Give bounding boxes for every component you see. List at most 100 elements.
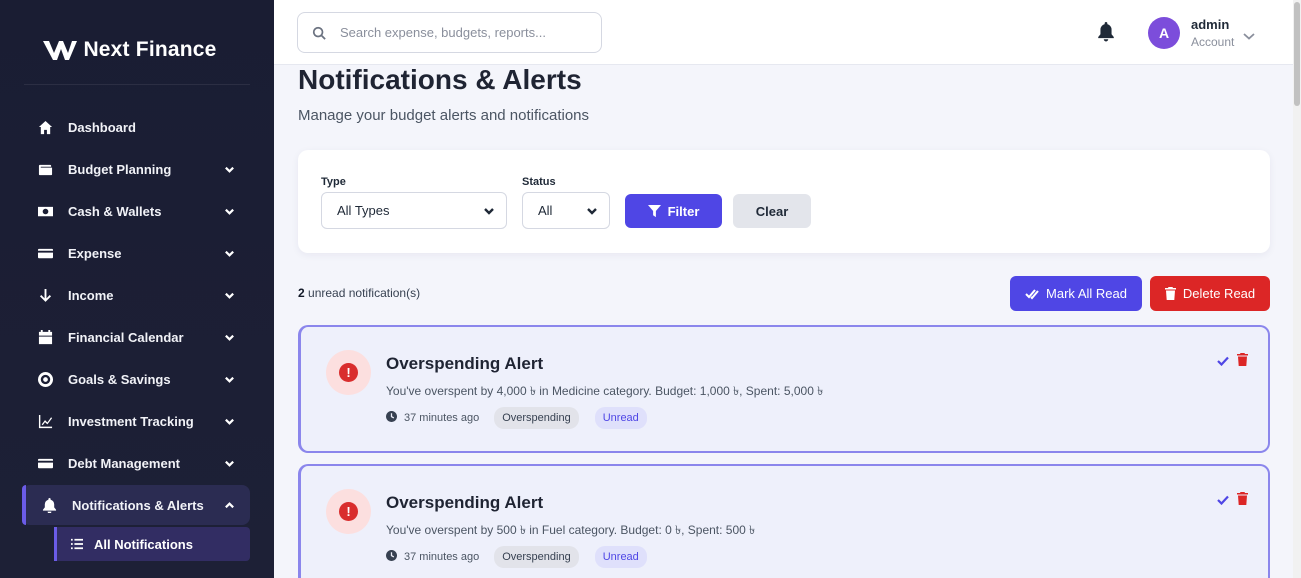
status-badge: Unread bbox=[594, 407, 647, 429]
filter-card: Type All Types Status All Filter Clear bbox=[298, 150, 1270, 253]
sidebar-item-label: Investment Tracking bbox=[68, 413, 194, 429]
delete-read-button[interactable]: Delete Read bbox=[1150, 276, 1270, 311]
clear-button[interactable]: Clear bbox=[733, 194, 811, 228]
chevron-down-icon[interactable] bbox=[1243, 28, 1255, 40]
sidebar-item-expense[interactable]: Expense bbox=[22, 232, 250, 274]
list-icon bbox=[70, 535, 84, 553]
chevron-down-icon bbox=[587, 207, 597, 215]
sidebar-item-dashboard[interactable]: Dashboard bbox=[22, 106, 250, 148]
status-label: Status bbox=[522, 176, 556, 188]
sidebar-item-label: Expense bbox=[68, 245, 122, 261]
double-check-icon bbox=[1025, 288, 1039, 299]
divider bbox=[24, 84, 250, 85]
sidebar-item-notifications-alerts[interactable]: Notifications & Alerts bbox=[22, 485, 250, 525]
brand-name: Next Finance bbox=[83, 38, 217, 61]
page-scrollbar[interactable] bbox=[1293, 0, 1301, 578]
chevron-up-icon bbox=[222, 498, 236, 512]
home-icon bbox=[36, 118, 54, 136]
sidebar-item-goals-savings[interactable]: Goals & Savings bbox=[22, 358, 250, 400]
notification-time: 37 minutes ago bbox=[404, 412, 480, 424]
chevron-down-icon bbox=[222, 456, 236, 470]
sidebar-item-debt-management[interactable]: Debt Management bbox=[22, 442, 250, 484]
avatar[interactable]: A bbox=[1148, 17, 1180, 49]
bell-icon bbox=[40, 496, 58, 514]
notification-title: Overspending Alert bbox=[386, 354, 544, 373]
sidebar-item-label: Dashboard bbox=[68, 119, 136, 135]
brand[interactable]: Next Finance bbox=[0, 0, 274, 100]
clock-icon bbox=[386, 411, 398, 425]
sidebar-nav: Dashboard Budget Planning Cash & Wallets… bbox=[22, 106, 250, 525]
top-header: A admin Account bbox=[274, 0, 1293, 65]
unread-summary: 2 unread notification(s) bbox=[298, 286, 420, 300]
notification-message: You've overspent by 4,000 ৳ in Medicine … bbox=[386, 384, 824, 398]
filter-button-label: Filter bbox=[667, 203, 700, 219]
notification-actions bbox=[1217, 492, 1248, 510]
target-icon bbox=[36, 370, 54, 388]
sidebar: Next Finance Dashboard Budget Planning C… bbox=[0, 0, 274, 578]
notification-title: Overspending Alert bbox=[386, 493, 544, 512]
sidebar-item-label: Notifications & Alerts bbox=[72, 497, 204, 513]
credit-card-icon bbox=[36, 454, 54, 472]
mark-read-check-icon[interactable] bbox=[1217, 353, 1229, 371]
delete-trash-icon[interactable] bbox=[1237, 353, 1248, 371]
trash-icon bbox=[1164, 287, 1176, 300]
wallet-icon bbox=[36, 160, 54, 178]
alert-icon: ! bbox=[326, 350, 371, 395]
arrow-down-icon bbox=[36, 286, 54, 304]
chevron-down-icon bbox=[222, 330, 236, 344]
notification-meta: 37 minutes ago Overspending Unread bbox=[386, 546, 647, 568]
sidebar-item-financial-calendar[interactable]: Financial Calendar bbox=[22, 316, 250, 358]
alert-icon: ! bbox=[326, 489, 371, 534]
chevron-down-icon bbox=[222, 162, 236, 176]
sidebar-item-cash-wallets[interactable]: Cash & Wallets bbox=[22, 190, 250, 232]
sidebar-item-budget-planning[interactable]: Budget Planning bbox=[22, 148, 250, 190]
notification-message: You've overspent by 500 ৳ in Fuel catego… bbox=[386, 523, 756, 537]
notification-actions bbox=[1217, 353, 1248, 371]
sidebar-item-label: Cash & Wallets bbox=[68, 203, 162, 219]
sidebar-subitem-all-notifications[interactable]: All Notifications bbox=[54, 527, 250, 561]
category-badge: Overspending bbox=[494, 407, 579, 429]
sidebar-item-income[interactable]: Income bbox=[22, 274, 250, 316]
type-label: Type bbox=[321, 176, 346, 188]
sidebar-item-label: Goals & Savings bbox=[68, 371, 171, 387]
scrollbar-thumb[interactable] bbox=[1294, 2, 1300, 106]
sidebar-item-investment-tracking[interactable]: Investment Tracking bbox=[22, 400, 250, 442]
search-input[interactable] bbox=[340, 25, 570, 40]
type-select[interactable]: All Types bbox=[321, 192, 507, 229]
chart-line-icon bbox=[36, 412, 54, 430]
chevron-down-icon bbox=[222, 414, 236, 428]
status-badge: Unread bbox=[594, 546, 647, 568]
page-subtitle: Manage your budget alerts and notificati… bbox=[298, 107, 590, 124]
search-box[interactable] bbox=[297, 12, 602, 53]
notification-card[interactable]: ! Overspending Alert You've overspent by… bbox=[298, 464, 1270, 578]
notification-time: 37 minutes ago bbox=[404, 551, 480, 563]
mark-all-read-button[interactable]: Mark All Read bbox=[1010, 276, 1142, 311]
chevron-down-icon bbox=[222, 204, 236, 218]
notification-card[interactable]: ! Overspending Alert You've overspent by… bbox=[298, 325, 1270, 453]
credit-card-icon bbox=[36, 244, 54, 262]
page-title: Notifications & Alerts bbox=[298, 64, 582, 95]
user-name[interactable]: admin bbox=[1191, 17, 1229, 32]
clock-icon bbox=[386, 550, 398, 564]
user-role: Account bbox=[1191, 35, 1235, 49]
filter-button[interactable]: Filter bbox=[625, 194, 722, 228]
status-select-value: All bbox=[538, 203, 553, 218]
unread-text: unread notification(s) bbox=[304, 286, 421, 300]
mark-read-check-icon[interactable] bbox=[1217, 492, 1229, 510]
calendar-icon bbox=[36, 328, 54, 346]
filter-icon bbox=[647, 204, 661, 217]
chevron-down-icon bbox=[222, 372, 236, 386]
chevron-down-icon bbox=[484, 207, 494, 215]
type-select-value: All Types bbox=[337, 203, 390, 218]
search-icon bbox=[312, 26, 326, 40]
status-select[interactable]: All bbox=[522, 192, 610, 229]
category-badge: Overspending bbox=[494, 546, 579, 568]
brand-logo-icon bbox=[43, 41, 78, 60]
chevron-down-icon bbox=[222, 288, 236, 302]
mark-all-read-label: Mark All Read bbox=[1046, 286, 1127, 301]
unread-count: 2 bbox=[298, 286, 305, 300]
sidebar-item-label: Debt Management bbox=[68, 455, 180, 471]
delete-trash-icon[interactable] bbox=[1237, 492, 1248, 510]
notification-meta: 37 minutes ago Overspending Unread bbox=[386, 407, 647, 429]
notification-bell-icon[interactable] bbox=[1097, 22, 1115, 42]
